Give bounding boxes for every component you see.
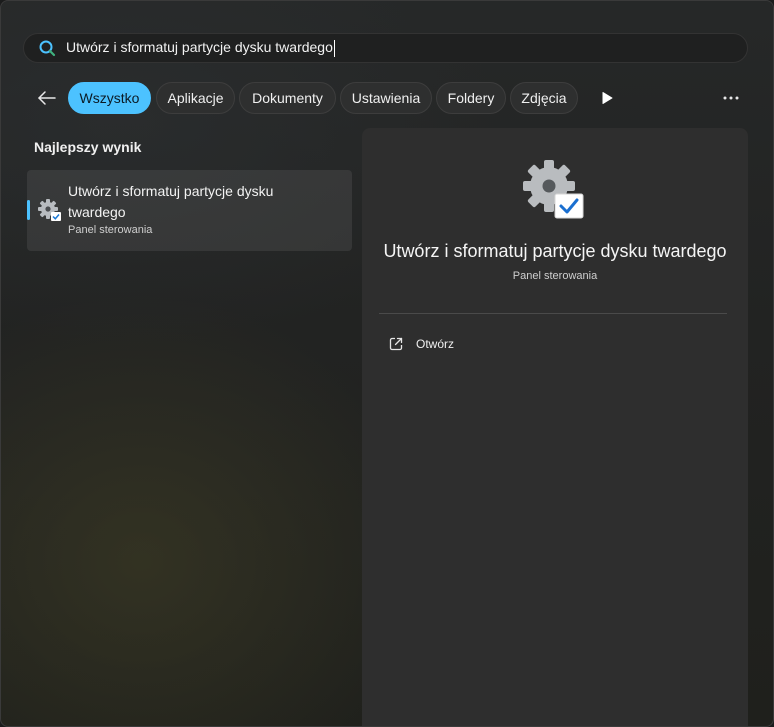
text-caret [333,39,335,57]
open-action[interactable]: Otwórz [388,334,454,354]
best-match-title: Utwórz i sformatuj partycje dysku twarde… [68,183,274,220]
tab-photos[interactable]: Zdjęcia [510,82,578,114]
search-query: Utwórz i sformatuj partycje dysku twarde… [66,39,333,56]
back-button[interactable] [31,82,63,114]
search-input[interactable]: Utwórz i sformatuj partycje dysku twarde… [66,39,335,57]
preview-pane: Utwórz i sformatuj partycje dysku twarde… [362,128,748,726]
search-box[interactable]: Utwórz i sformatuj partycje dysku twarde… [23,33,748,63]
search-panel: Utwórz i sformatuj partycje dysku twarde… [0,0,774,727]
search-icon [36,37,58,59]
open-action-label: Otwórz [416,337,455,351]
tab-apps[interactable]: Aplikacje [156,82,235,114]
more-horizontal-icon [723,96,739,100]
back-arrow-icon [38,91,56,105]
selection-indicator [27,200,30,220]
tab-all[interactable]: Wszystko [68,82,151,114]
play-icon [602,92,613,104]
tab-documents[interactable]: Dokumenty [239,82,336,114]
best-match-item[interactable]: Utwórz i sformatuj partycje dysku twarde… [27,170,352,251]
more-filters-button[interactable] [597,88,617,108]
tab-folders[interactable]: Foldery [436,82,506,114]
open-external-icon [389,337,403,351]
best-match-subtitle: Panel sterowania [68,224,153,236]
tab-settings[interactable]: Ustawienia [340,82,432,114]
filter-bar: Wszystko Aplikacje Dokumenty Ustawienia … [31,82,751,114]
overflow-menu-button[interactable] [717,88,745,108]
divider [379,313,727,314]
best-match-heading: Najlepszy wynik [34,139,142,155]
preview-title: Utwórz i sformatuj partycje dysku twarde… [383,241,727,261]
preview-subtitle: Panel sterowania [512,270,598,282]
gear-check-icon [38,199,61,221]
gear-check-icon [523,160,584,219]
